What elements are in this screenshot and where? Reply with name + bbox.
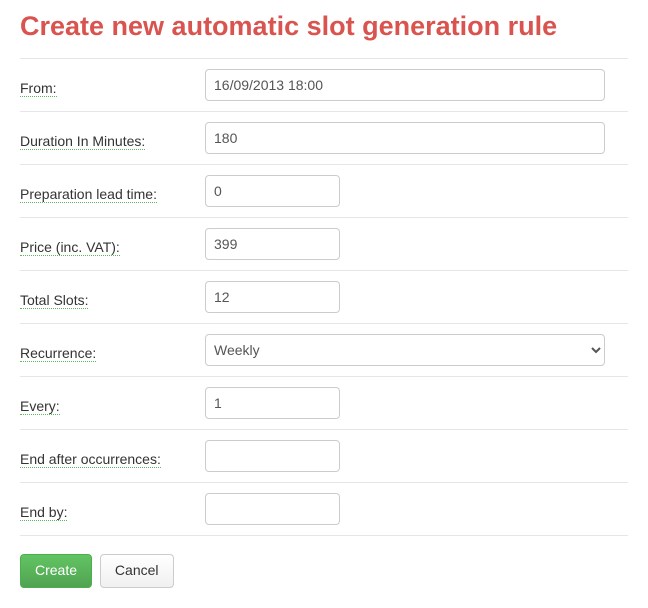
input-duration[interactable] <box>205 122 605 154</box>
label-total: Total Slots: <box>20 292 88 309</box>
label-endocc: End after occurrences: <box>20 451 161 468</box>
row-endby: End by: <box>20 483 628 536</box>
row-every: Every: <box>20 377 628 430</box>
input-endby[interactable] <box>205 493 340 525</box>
input-total[interactable] <box>205 281 340 313</box>
page-title: Create new automatic slot generation rul… <box>20 10 628 42</box>
row-from: From: <box>20 58 628 112</box>
cancel-button[interactable]: Cancel <box>100 554 174 588</box>
input-prep[interactable] <box>205 175 340 207</box>
row-endocc: End after occurrences: <box>20 430 628 483</box>
label-from: From: <box>20 80 57 97</box>
label-endby: End by: <box>20 504 67 521</box>
create-button[interactable]: Create <box>20 554 92 588</box>
row-recurrence: Recurrence: Weekly <box>20 324 628 377</box>
label-every: Every: <box>20 398 60 415</box>
select-recurrence[interactable]: Weekly <box>205 334 605 366</box>
actions: Create Cancel <box>20 554 628 588</box>
label-prep: Preparation lead time: <box>20 186 157 203</box>
row-price: Price (inc. VAT): <box>20 218 628 271</box>
label-recurrence: Recurrence: <box>20 345 96 362</box>
input-every[interactable] <box>205 387 340 419</box>
row-prep: Preparation lead time: <box>20 165 628 218</box>
row-total: Total Slots: <box>20 271 628 324</box>
label-price: Price (inc. VAT): <box>20 239 120 256</box>
input-from[interactable] <box>205 69 605 101</box>
row-duration: Duration In Minutes: <box>20 112 628 165</box>
label-duration: Duration In Minutes: <box>20 133 145 150</box>
input-endocc[interactable] <box>205 440 340 472</box>
input-price[interactable] <box>205 228 340 260</box>
